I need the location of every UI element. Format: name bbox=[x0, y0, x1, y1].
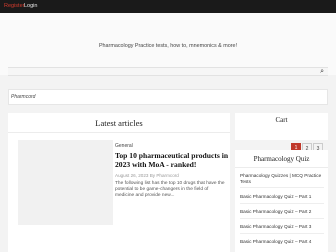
divider bbox=[240, 218, 324, 219]
divider bbox=[240, 187, 324, 188]
site-tagline: Pharmacology Practice tests, how to, mne… bbox=[98, 43, 238, 49]
quiz-widget-title: Pharmacology Quiz bbox=[235, 150, 328, 168]
quiz-link[interactable]: Basic Pharmacology Quiz – Part 2 bbox=[240, 209, 326, 215]
article-title[interactable]: Top 10 pharmaceutical products in 2023 w… bbox=[115, 151, 229, 169]
register-link[interactable]: Register bbox=[4, 2, 24, 11]
search-icon[interactable]: ⌕ bbox=[320, 67, 324, 76]
breadcrumb-home-link[interactable]: Pharmcord bbox=[11, 94, 35, 100]
main-navigation: ⌕ bbox=[8, 67, 328, 76]
login-link[interactable]: Login bbox=[24, 2, 37, 11]
latest-articles-heading: Latest articles bbox=[8, 113, 230, 133]
quiz-link[interactable]: Pharmacology Quizzes | MCQ Practice Test… bbox=[240, 173, 326, 185]
cart-widget: Cart bbox=[235, 113, 328, 140]
pharmacology-quiz-widget: Pharmacology Quiz Pharmacology Quizzes |… bbox=[235, 150, 328, 252]
article-category[interactable]: General bbox=[115, 143, 133, 149]
article-meta: August 26, 2023 By Pharmcord bbox=[115, 173, 179, 178]
cart-title: Cart bbox=[275, 116, 288, 124]
divider bbox=[240, 233, 324, 234]
top-bar: Register Login bbox=[0, 0, 336, 13]
site-header: Pharmacology Practice tests, how to, mne… bbox=[0, 13, 336, 75]
quiz-link[interactable]: Basic Pharmacology Quiz – Part 4 bbox=[240, 239, 326, 245]
quiz-link[interactable]: Basic Pharmacology Quiz – Part 3 bbox=[240, 224, 326, 230]
quiz-link[interactable]: Basic Pharmacology Quiz – Part 1 bbox=[240, 194, 326, 200]
article-thumbnail[interactable] bbox=[18, 140, 113, 225]
article-excerpt: The following list has the top 10 drugs … bbox=[115, 181, 225, 198]
breadcrumb: Pharmcord bbox=[8, 89, 328, 105]
divider bbox=[240, 203, 324, 204]
